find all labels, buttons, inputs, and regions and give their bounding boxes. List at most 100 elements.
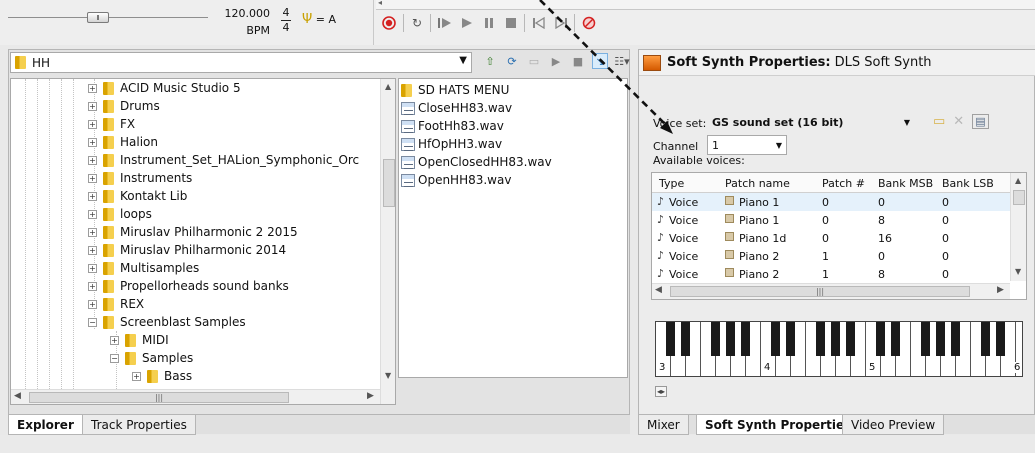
stop-button[interactable] [502, 14, 520, 32]
list-item[interactable]: HfOpHH3.wav [401, 135, 502, 153]
tree-item[interactable]: + loops [88, 205, 152, 223]
timeline-scrollbar[interactable]: ◂ [376, 0, 1035, 10]
go-to-end-button[interactable] [552, 14, 570, 32]
play-button[interactable] [458, 14, 476, 32]
scroll-down-icon[interactable]: ▼ [385, 371, 391, 380]
column-header-bank-lsb[interactable]: Bank LSB [942, 177, 994, 190]
tab-mixer[interactable]: Mixer [638, 415, 689, 435]
expand-icon[interactable]: + [88, 83, 97, 93]
tree-item[interactable]: + REX [88, 295, 144, 313]
list-item[interactable]: OpenHH83.wav [401, 171, 511, 189]
black-key[interactable] [996, 322, 1005, 356]
voices-vertical-scrollbar[interactable]: ▲ ▼ [1010, 173, 1026, 281]
expand-icon[interactable]: + [132, 371, 141, 381]
tree-item[interactable]: + Multisamples [88, 259, 199, 277]
list-item[interactable]: SD HATS MENU [401, 81, 509, 99]
scroll-thumb[interactable]: ||| [670, 286, 970, 297]
scroll-down-icon[interactable]: ▼ [1015, 267, 1021, 276]
black-key[interactable] [816, 322, 825, 356]
table-row[interactable]: ♪ Voice Piano 1 0 8 0 [652, 211, 1010, 229]
voices-horizontal-scrollbar[interactable]: ◀ ||| ▶ [652, 283, 1010, 299]
scroll-right-icon[interactable]: ▸ [661, 387, 665, 396]
black-key[interactable] [786, 322, 795, 356]
list-item[interactable]: CloseHH83.wav [401, 99, 512, 117]
black-key[interactable] [876, 322, 885, 356]
expand-icon[interactable]: + [88, 299, 97, 309]
expand-icon[interactable]: + [88, 281, 97, 291]
column-header-patch-number[interactable]: Patch # [822, 177, 865, 190]
scroll-thumb[interactable] [1013, 190, 1025, 205]
preview-stop-button[interactable]: ■ [570, 53, 586, 69]
expand-icon[interactable]: + [88, 263, 97, 273]
black-key[interactable] [771, 322, 780, 356]
tree-item[interactable]: + Kontakt Lib [88, 187, 187, 205]
expand-icon[interactable]: + [88, 101, 97, 111]
go-to-start-button[interactable] [530, 14, 548, 32]
scroll-right-icon[interactable]: ▶ [997, 285, 1004, 295]
scroll-left-icon[interactable]: ◂ [378, 0, 382, 7]
pause-button[interactable] [480, 14, 498, 32]
table-row[interactable]: ♪ Voice Piano 2 1 0 0 [652, 247, 1010, 265]
tree-item[interactable]: − Screenblast Samples [88, 313, 246, 331]
expand-icon[interactable]: + [88, 119, 97, 129]
expand-icon[interactable]: + [110, 335, 119, 345]
black-key[interactable] [921, 322, 930, 356]
auto-preview-button[interactable]: ↘ [592, 53, 608, 69]
tab-video-preview[interactable]: Video Preview [842, 415, 945, 435]
delete-icon[interactable]: ✕ [953, 114, 964, 129]
tree-item[interactable]: + Instruments [88, 169, 192, 187]
black-key[interactable] [951, 322, 960, 356]
black-key[interactable] [666, 322, 675, 356]
collapse-icon[interactable]: − [110, 353, 119, 363]
black-key[interactable] [831, 322, 840, 356]
scroll-up-icon[interactable]: ▲ [1015, 176, 1021, 185]
tree-item[interactable]: + Halion [88, 133, 158, 151]
tree-item[interactable]: + Drums [88, 97, 160, 115]
black-key[interactable] [726, 322, 735, 356]
expand-icon[interactable]: + [88, 227, 97, 237]
scroll-left-icon[interactable]: ◀ [655, 285, 662, 295]
record-button[interactable] [380, 14, 398, 32]
table-row[interactable]: ♪ Voice Piano 1d 0 16 0 [652, 229, 1010, 247]
tree-vertical-scrollbar[interactable]: ▲ ▼ [380, 79, 395, 404]
scroll-right-icon[interactable]: ▶ [367, 391, 374, 401]
up-folder-button[interactable]: ⇧ [482, 53, 498, 69]
tab-explorer[interactable]: Explorer [8, 415, 83, 435]
channel-select[interactable]: 1 ▼ [707, 135, 787, 155]
delete-button[interactable]: ▭ [526, 53, 542, 69]
tree-item[interactable]: + FX [88, 115, 135, 133]
black-key[interactable] [846, 322, 855, 356]
tree-item[interactable]: + Miruslav Philharmonic 2014 [88, 241, 286, 259]
tuning-fork[interactable]: Ψ = A [302, 12, 336, 27]
folder-tree[interactable]: + ACID Music Studio 5 + Drums + FX + Halion … [10, 78, 396, 405]
open-folder-icon[interactable]: ▭ [933, 114, 945, 129]
refresh-button[interactable]: ⟳ [504, 53, 520, 69]
scroll-thumb[interactable] [383, 159, 395, 207]
list-item[interactable]: OpenClosedHH83.wav [401, 153, 552, 171]
column-header-patch-name[interactable]: Patch name [725, 177, 790, 190]
metronome-button[interactable] [580, 14, 598, 32]
expand-icon[interactable]: + [88, 155, 97, 165]
table-row[interactable]: ♪ Voice Piano 2 1 8 0 [652, 265, 1010, 283]
expand-icon[interactable]: + [88, 137, 97, 147]
black-key[interactable] [741, 322, 750, 356]
tempo-value[interactable]: 120.000 [220, 7, 271, 20]
properties-icon[interactable]: ▤ [972, 114, 989, 129]
tree-horizontal-scrollbar[interactable]: ◀ ||| ▶ [11, 389, 380, 404]
voices-table[interactable]: Type Patch name Patch # Bank MSB Bank LS… [651, 172, 1027, 300]
tree-item[interactable]: + Instrument_Set_HALion_Symphonic_Orc [88, 151, 359, 169]
tempo-slider-thumb[interactable] [87, 12, 109, 23]
expand-icon[interactable]: + [88, 191, 97, 201]
table-row[interactable]: ♪ Voice Piano 1 0 0 0 [652, 193, 1010, 211]
preview-play-button[interactable]: ▶ [548, 53, 564, 69]
tree-item[interactable]: + Miruslav Philharmonic 2 2015 [88, 223, 298, 241]
black-key[interactable] [681, 322, 690, 356]
scroll-up-icon[interactable]: ▲ [385, 82, 391, 91]
scroll-thumb[interactable]: ||| [29, 392, 289, 403]
collapse-icon[interactable]: − [88, 317, 97, 327]
keyboard-scroll-buttons[interactable]: ◂▸ [655, 386, 668, 397]
scroll-left-icon[interactable]: ◀ [14, 391, 21, 401]
explorer-address-bar[interactable]: HH ▼ [10, 52, 472, 73]
piano-keyboard[interactable]: 3 4 5 6 [655, 321, 1023, 377]
time-signature[interactable]: 4 4 [280, 7, 292, 34]
